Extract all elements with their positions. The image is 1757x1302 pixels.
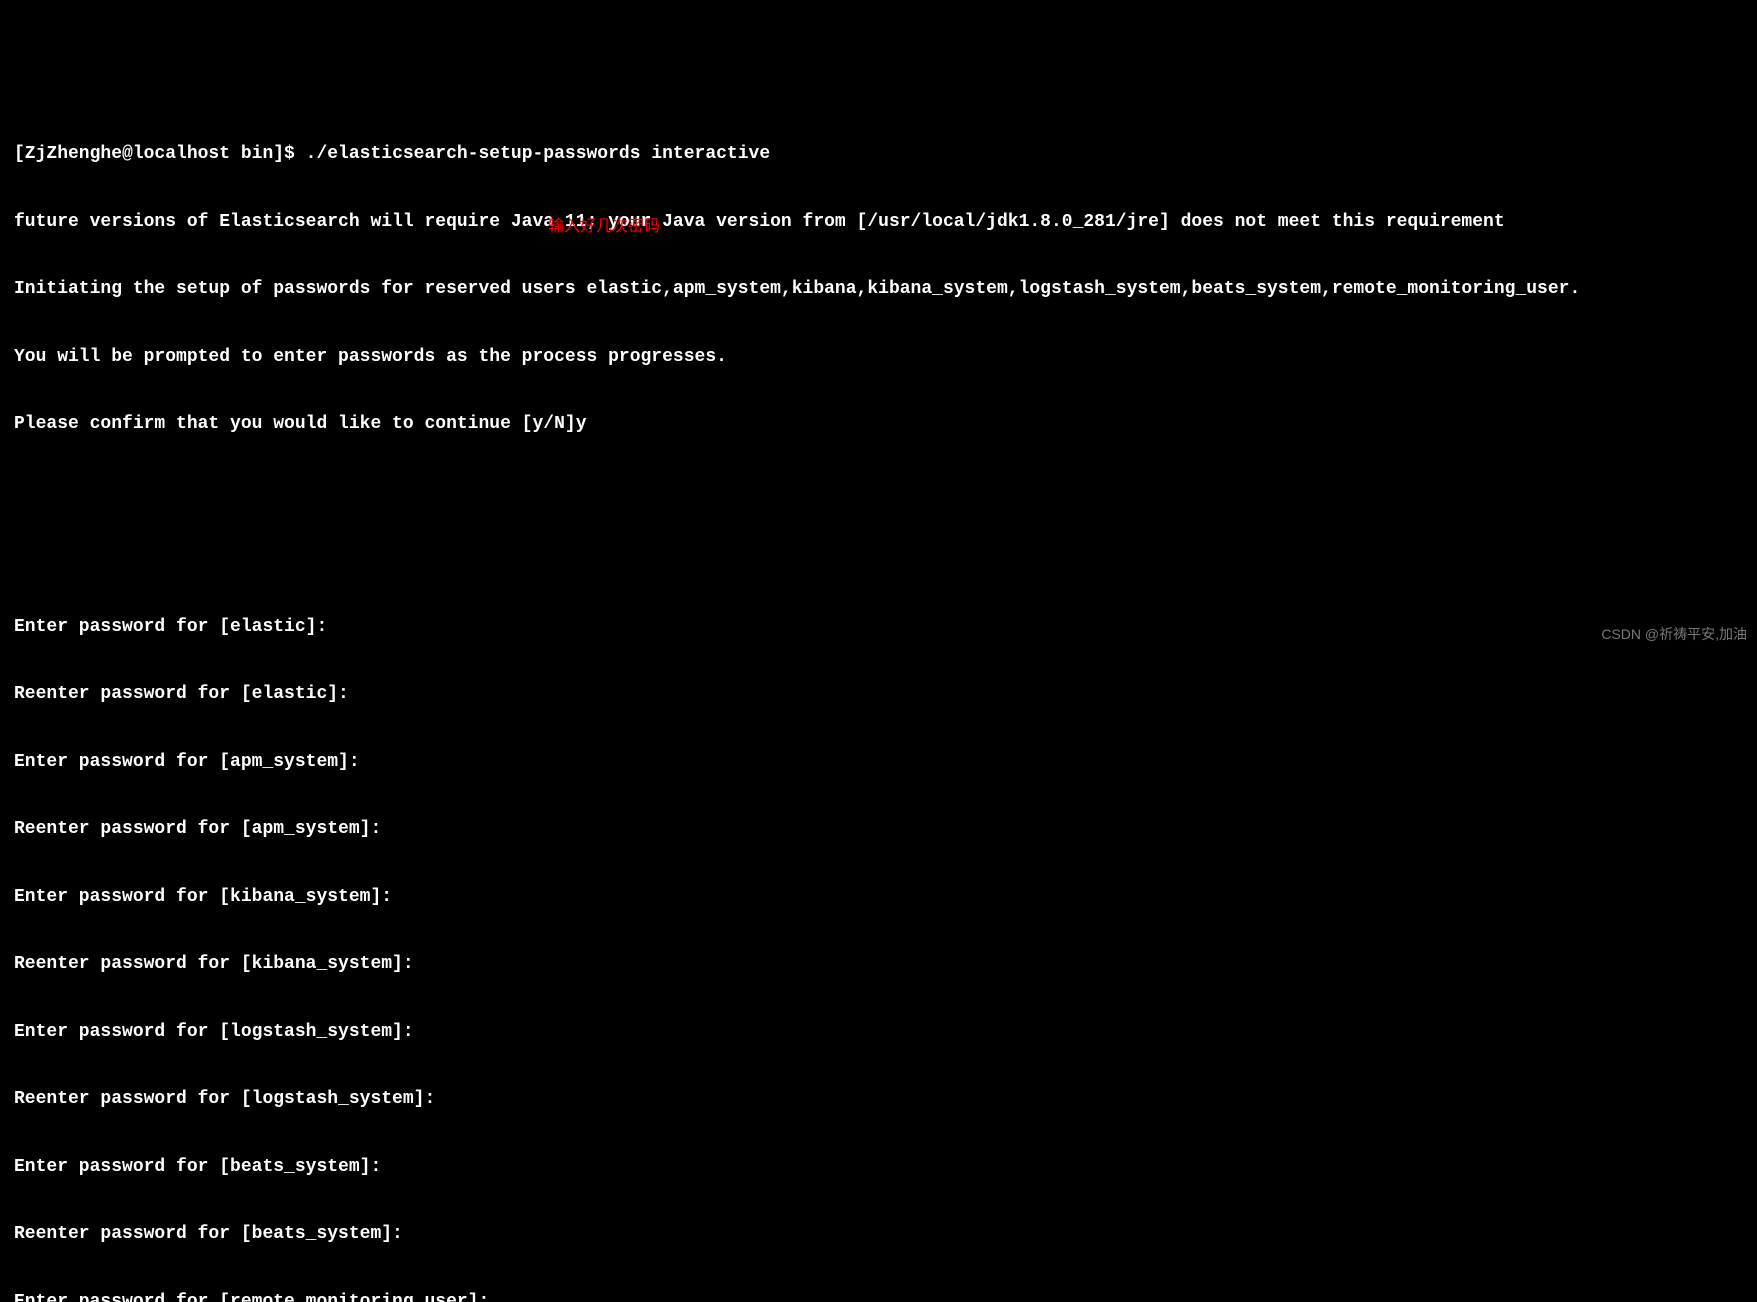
password-prompt: Enter password for [kibana_system]:	[14, 886, 1743, 909]
command-line: [ZjZhenghe@localhost bin]$ ./elasticsear…	[14, 143, 1743, 166]
blank-line	[14, 548, 1743, 571]
annotation-text: 输入好几次密码	[548, 216, 660, 239]
output-line: Initiating the setup of passwords for re…	[14, 278, 1743, 301]
output-line: future versions of Elasticsearch will re…	[14, 211, 1743, 234]
password-prompt: Enter password for [apm_system]:	[14, 751, 1743, 774]
watermark-text: CSDN @祈祷平安,加油	[1601, 623, 1747, 646]
entered-command: ./elasticsearch-setup-passwords interact…	[306, 144, 770, 164]
output-line: Please confirm that you would like to co…	[14, 413, 1743, 436]
blank-line	[14, 481, 1743, 504]
password-prompt: Reenter password for [beats_system]:	[14, 1223, 1743, 1246]
password-prompt: Enter password for [remote_monitoring_us…	[14, 1291, 1743, 1302]
password-prompt: Reenter password for [apm_system]:	[14, 818, 1743, 841]
terminal-output[interactable]: [ZjZhenghe@localhost bin]$ ./elasticsear…	[0, 90, 1757, 1302]
password-prompt: Enter password for [beats_system]:	[14, 1156, 1743, 1179]
password-prompt: Enter password for [elastic]:	[14, 616, 1743, 639]
output-line: You will be prompted to enter passwords …	[14, 346, 1743, 369]
password-prompt: Reenter password for [elastic]:	[14, 683, 1743, 706]
password-prompt: Enter password for [logstash_system]:	[14, 1021, 1743, 1044]
password-prompt: Reenter password for [logstash_system]:	[14, 1088, 1743, 1111]
password-prompt: Reenter password for [kibana_system]:	[14, 953, 1743, 976]
shell-prompt: [ZjZhenghe@localhost bin]$	[14, 144, 306, 164]
